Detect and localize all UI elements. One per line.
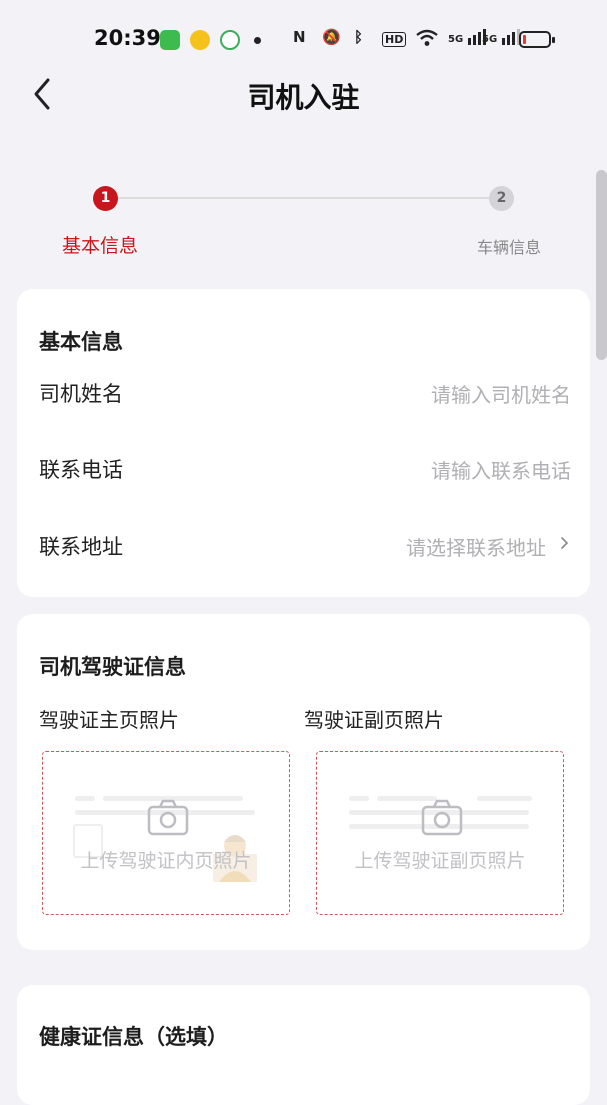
- license-info-card: 司机驾驶证信息 驾驶证主页照片 驾驶证副页照片 上传驾驶证内页照片 上传驾驶证副…: [17, 614, 590, 950]
- placeholder-line: [75, 796, 95, 801]
- step-2-label: 车辆信息: [477, 238, 542, 257]
- chevron-right-icon: [561, 537, 569, 549]
- signal-2-label: 5G: [482, 34, 498, 45]
- license-front-label: 驾驶证主页照片: [39, 708, 179, 732]
- contact-phone-label: 联系电话: [39, 458, 123, 482]
- status-time: 20:39: [94, 26, 161, 50]
- license-back-label: 驾驶证副页照片: [304, 708, 444, 732]
- license-back-upload-text: 上传驾驶证副页照片: [354, 850, 526, 872]
- page-scrollbar[interactable]: [596, 170, 607, 360]
- basic-info-card: 基本信息 司机姓名 请输入司机姓名 联系电话 请输入联系电话 联系地址 请选择联…: [17, 289, 590, 597]
- messages-app-icon: [160, 30, 180, 50]
- wifi-icon: [415, 28, 439, 52]
- weibo-app-icon: [190, 30, 210, 50]
- placeholder-line: [349, 796, 369, 801]
- hd-icon: HD: [382, 32, 407, 47]
- battery-icon: [519, 31, 555, 48]
- signal-1-icon: 5G: [448, 28, 487, 46]
- driver-name-label: 司机姓名: [39, 382, 123, 406]
- more-notifications-dot-icon: [254, 37, 261, 44]
- camera-icon: [421, 799, 463, 836]
- license-front-upload-text: 上传驾驶证内页照片: [80, 850, 252, 872]
- step-1-badge: 1: [93, 186, 118, 211]
- signal-1-label: 5G: [448, 34, 464, 45]
- license-front-upload[interactable]: 上传驾驶证内页照片: [42, 751, 290, 915]
- contact-address-label: 联系地址: [39, 535, 123, 559]
- mute-icon: 🔕: [322, 28, 341, 46]
- step-progress-line: [118, 197, 490, 199]
- page-title: 司机入驻: [247, 81, 360, 114]
- license-info-title: 司机驾驶证信息: [39, 655, 186, 679]
- camera-icon: [147, 799, 189, 836]
- contact-address-select[interactable]: 请选择联系地址: [406, 532, 546, 561]
- basic-info-title: 基本信息: [39, 330, 123, 354]
- driver-name-input[interactable]: 请输入司机姓名: [431, 379, 571, 408]
- signal-2-icon: 5G: [482, 28, 521, 46]
- step-2-badge: 2: [489, 186, 514, 211]
- step-1-label: 基本信息: [62, 235, 139, 257]
- bluetooth-icon: ᛒ: [354, 28, 364, 46]
- contact-phone-input[interactable]: 请输入联系电话: [431, 455, 571, 484]
- health-info-title: 健康证信息（选填）: [39, 1025, 228, 1049]
- placeholder-line: [477, 796, 532, 801]
- app-notification-icon: [220, 30, 240, 50]
- license-back-upload[interactable]: 上传驾驶证副页照片: [316, 751, 564, 915]
- health-info-card: 健康证信息（选填）: [17, 985, 590, 1105]
- status-bar: 20:39 N 🔕 ᛒ HD 5G 5G: [0, 0, 607, 80]
- nfc-icon: N: [293, 28, 306, 46]
